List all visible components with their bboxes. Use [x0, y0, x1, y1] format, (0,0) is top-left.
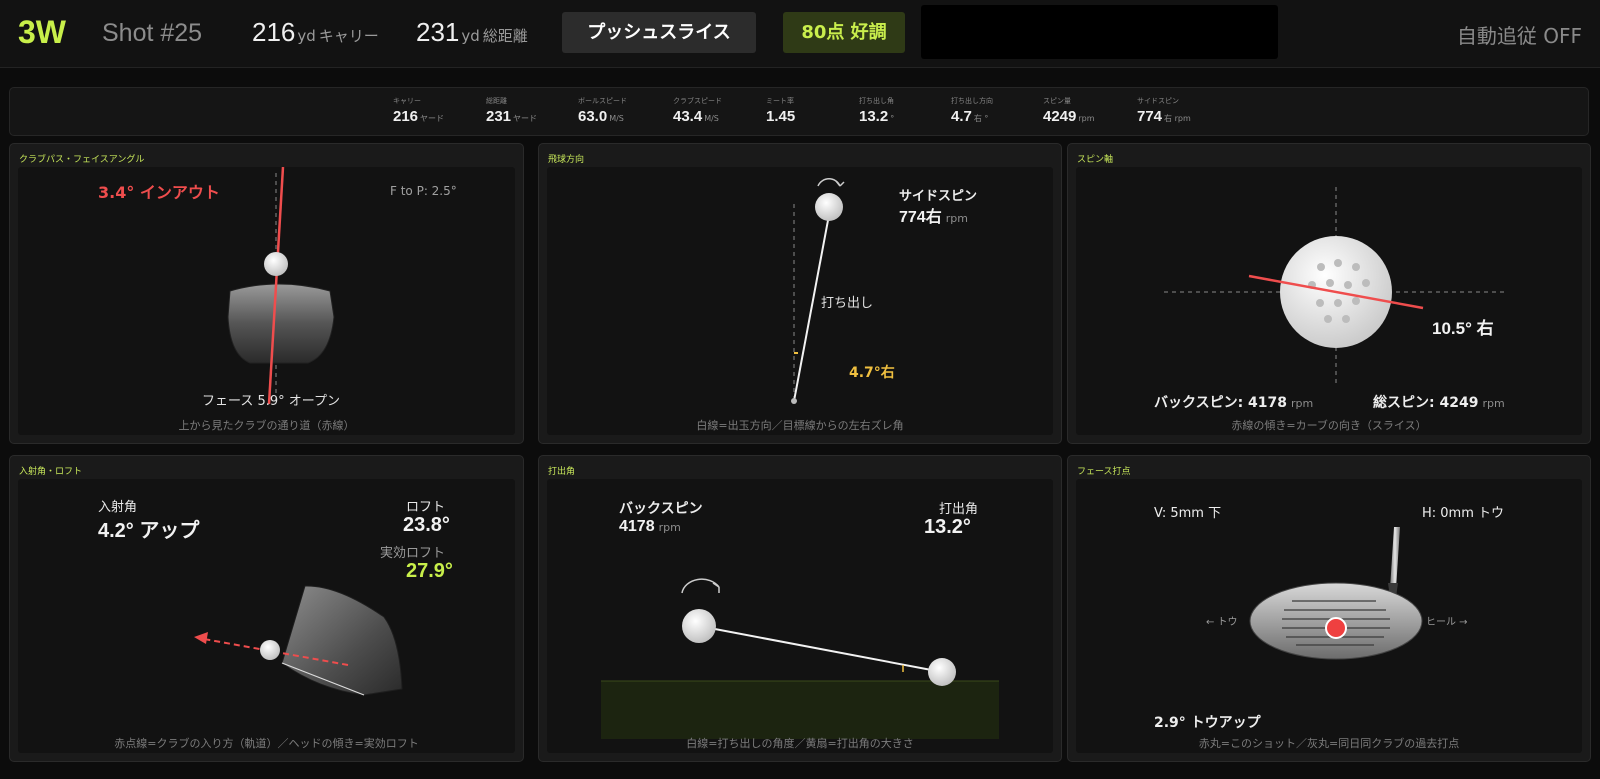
club-head-side-view: [281, 585, 403, 696]
panel-caption: 赤線の傾き=カーブの向き（スライス）: [1231, 419, 1427, 432]
header-total: 231 yd 総距離: [416, 17, 528, 47]
tee-point: [791, 398, 797, 404]
panel-title: 打出角: [548, 467, 576, 477]
panel-club-path: クラブパス・フェイスアングル 3.4° インアウト F to P: 2.5° フ…: [9, 143, 524, 444]
shot-type-badge: プッシュスライス: [562, 12, 756, 53]
backspin-value: 4178 rpm: [619, 518, 681, 535]
vertical-offset: V: 5mm 下: [1154, 506, 1222, 521]
golf-ball: [260, 640, 280, 660]
stat-total: 総距離 231 ヤード: [486, 97, 538, 125]
panel-caption: 赤点線=クラブの入り方（軌道）／ヘッドの傾き=実効ロフト: [114, 737, 419, 750]
launch-view: バックスピン 4178 rpm 打出角 13.2° 白線=打ち出しの角度／黄扇=打…: [547, 479, 1053, 753]
face-angle-label: フェース 5.9° オープン: [202, 394, 341, 409]
spin-arrow-icon: [681, 578, 720, 594]
ground-strip: [601, 681, 999, 739]
direction-view: サイドスピン 774右 rpm 打ち出し 4.7°右 白線=出玉方向／目標線からの…: [547, 167, 1053, 435]
panel-spin-axis: スピン軸 10.5° 右 バックスピン: 4178 rpm 総スピン: 4249 r…: [1067, 143, 1591, 444]
impact-view: V: 5mm 下 H: 0mm トウ ← トウ ヒール → 2.9° トウアップ…: [1076, 479, 1582, 753]
attack-angle-label: 入射角: [98, 500, 138, 515]
shaft: [1390, 527, 1400, 589]
stat-club-speed: クラブスピード 43.4 M/S: [673, 97, 722, 125]
effective-loft-label: 実効ロフト: [380, 546, 446, 561]
toe-up-label: 2.9° トウアップ: [1154, 715, 1261, 731]
club-head-top-view: [227, 283, 335, 364]
panel-caption: 白線=打ち出しの角度／黄扇=打出角の大きさ: [686, 737, 914, 750]
redacted-area: [921, 5, 1278, 59]
golf-ball-impact: [928, 658, 956, 686]
stat-smash: ミート率 1.45: [766, 97, 796, 125]
club-path-view: 3.4° インアウト F to P: 2.5° フェース 5.9° オープン 上…: [18, 167, 515, 435]
sidespin-label: サイドスピン: [899, 189, 978, 204]
direction-diagram: [791, 178, 845, 404]
panel-launch-angle: 打出角 バックスピン 4178 rpm 打出角 13.2° 白線=打ち出しの角度／…: [538, 455, 1062, 762]
panel-title: フェース打点: [1077, 467, 1131, 477]
stat-spin: スピン量 4249 rpm: [1043, 97, 1095, 125]
attack-view: 入射角 4.2° アップ ロフト 23.8° 実効ロフト 27.9° 赤点線=ク…: [18, 479, 515, 753]
panel-impact: フェース打点 V: 5mm 下 H: 0mm トウ ← トウ ヒール → 2.9…: [1067, 455, 1591, 762]
panel-title: スピン軸: [1077, 155, 1114, 165]
effective-loft-value: 27.9°: [406, 560, 453, 582]
launch-angle-line: [698, 625, 943, 673]
arrow-left-icon: [194, 632, 208, 644]
spin-axis-diagram: [1164, 187, 1506, 385]
golf-ball: [264, 252, 288, 276]
backspin-readout: バックスピン: 4178 rpm: [1154, 395, 1314, 411]
panel-attack-loft: 入射角・ロフト 入射角 4.2° アップ ロフト 23.8° 実効ロフト 27.…: [9, 455, 524, 762]
header-bar: 3W Shot #25 216 yd キャリー 231 yd 総距離 プッシュスライス …: [0, 0, 1600, 68]
score-badge: 80点 好調: [783, 12, 905, 53]
panel-direction: 飛球方向 サイドスピン 774右 rpm 打ち出し 4.7°右 白線=出玉方向／目…: [538, 143, 1062, 444]
path-label: 3.4° インアウト: [98, 183, 220, 202]
stat-ball-speed: ボールスピード 63.0 M/S: [578, 97, 627, 125]
loft-value: 23.8°: [403, 514, 450, 536]
golf-ball: [815, 193, 843, 221]
stat-sidespin: サイドスピン 774 右 rpm: [1137, 97, 1191, 125]
toe-direction-label: ← トウ: [1206, 617, 1238, 628]
heel-direction-label: ヒール →: [1426, 617, 1468, 628]
club-label: 3W: [18, 14, 66, 50]
backspin-label: バックスピン: [619, 501, 703, 517]
panel-title: 入射角・ロフト: [19, 467, 83, 477]
horizontal-offset: H: 0mm トウ: [1422, 506, 1505, 521]
header-carry: 216 yd キャリー: [252, 17, 379, 47]
launch-angle-label: 4.7°右: [849, 365, 895, 381]
spin-axis-value: 10.5° 右: [1432, 319, 1494, 338]
panel-title: クラブパス・フェイスアングル: [19, 155, 145, 165]
stat-carry: キャリー 216 ヤード: [393, 97, 445, 125]
golf-ball-flight: [682, 609, 716, 643]
launch-angle-label: 打出角: [939, 502, 979, 517]
impact-dot: [1325, 617, 1347, 639]
stats-strip: キャリー 216 ヤード 総距離 231 ヤード ボールスピード 63.0 M/S クラブス…: [9, 87, 1589, 136]
panel-caption: 赤丸=このショット／灰丸=同日同クラブの過去打点: [1198, 737, 1460, 750]
panel-caption: 白線=出玉方向／目標線からの左右ズレ角: [696, 419, 904, 432]
launch-angle-value: 13.2°: [924, 516, 971, 538]
attack-angle-value: 4.2° アップ: [98, 520, 200, 542]
launch-label: 打ち出し: [821, 296, 874, 311]
panel-title: 飛球方向: [548, 155, 585, 165]
panel-caption: 上から見たクラブの通り道（赤線）: [178, 419, 355, 432]
stat-launch-angle: 打ち出し角 13.2 °: [859, 97, 895, 125]
spin-axis-view: 10.5° 右 バックスピン: 4178 rpm 総スピン: 4249 rpm 赤線…: [1076, 167, 1582, 435]
stat-launch-dir: 打ち出し方向 4.7 右 °: [951, 97, 993, 125]
auto-follow-toggle[interactable]: 自動追従 OFF: [1457, 20, 1582, 49]
f-to-p-label: F to P: 2.5°: [390, 184, 457, 198]
sidespin-value: 774右 rpm: [899, 209, 968, 226]
impact-diagram: [1249, 527, 1423, 660]
total-spin-readout: 総スピン: 4249 rpm: [1373, 395, 1505, 411]
shot-number: Shot #25: [102, 19, 203, 47]
loft-label: ロフト: [406, 500, 446, 515]
